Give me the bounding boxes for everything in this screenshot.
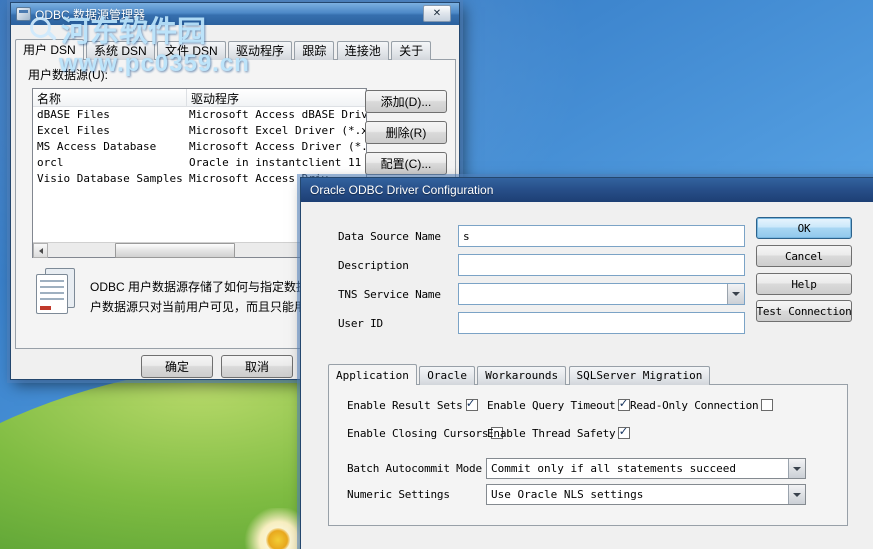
oracle-title: Oracle ODBC Driver Configuration (310, 183, 494, 197)
batch-autocommit-mode-dropdown[interactable]: Commit only if all statements succeed (486, 458, 806, 479)
dsn-driver: Oracle in instantclient 11 2 (189, 156, 366, 169)
dsn-row[interactable]: orcl Oracle in instantclient 11 2 (33, 155, 366, 171)
tab-system-dsn[interactable]: 系统 DSN (86, 41, 155, 60)
enable-query-timeout: Enable Query Timeout (487, 396, 631, 412)
test-connection-button[interactable]: Test Connection (756, 300, 852, 322)
tab-about[interactable]: 关于 (391, 41, 432, 60)
configure-button[interactable]: 配置(C)... (365, 152, 447, 175)
dsn-name: Excel Files (37, 124, 110, 137)
enable-result-sets: Enable Result Sets (347, 396, 478, 412)
remove-button[interactable]: 删除(R) (365, 121, 447, 144)
tab-sqlserver-migration[interactable]: SQLServer Migration (568, 366, 711, 385)
data-source-name-input[interactable] (458, 225, 745, 247)
odbc-info-line1: ODBC 用户数据源存储了如何与指定数据提 (90, 280, 321, 294)
dsn-driver: Microsoft Excel Driver (*.xls, (189, 124, 366, 137)
data-source-name-label: Data Source Name (338, 230, 441, 243)
dsn-name: orcl (37, 156, 64, 169)
cancel-button[interactable]: Cancel (756, 245, 852, 267)
enable-thread-safety-label: Enable Thread Safety (487, 426, 616, 440)
tab-application[interactable]: Application (328, 364, 417, 385)
tns-service-name-input[interactable] (459, 284, 726, 304)
ok-button[interactable]: OK (756, 217, 852, 239)
dsn-list-header: 名称 驱动程序 (33, 89, 366, 107)
tns-service-name-combo[interactable] (458, 283, 745, 305)
desktop: 河东软件园 www.pc0359.cn ODBC 数据源管理器 ✕ 用户 DSN… (0, 0, 873, 549)
help-button[interactable]: Help (756, 273, 852, 295)
odbc-app-icon (16, 7, 31, 21)
batch-dropdown-button[interactable] (788, 459, 805, 478)
close-icon: ✕ (432, 8, 442, 19)
tab-tracing[interactable]: 跟踪 (294, 41, 335, 60)
numeric-dropdown-button[interactable] (788, 485, 805, 504)
user-id-label: User ID (338, 317, 383, 330)
description-input[interactable] (458, 254, 745, 276)
chevron-down-icon (732, 292, 740, 296)
tab-oracle[interactable]: Oracle (419, 366, 475, 385)
odbc-cancel-button[interactable]: 取消 (221, 355, 293, 378)
column-header-driver[interactable]: 驱动程序 (187, 89, 366, 106)
enable-result-sets-label: Enable Result Sets (347, 398, 463, 412)
tns-service-name-label: TNS Service Name (338, 288, 441, 301)
read-only-connection-label: Read-Only Connection (630, 398, 759, 412)
oracle-dialog: Oracle ODBC Driver Configuration Data So… (300, 177, 873, 549)
column-header-name[interactable]: 名称 (33, 89, 187, 106)
read-only-connection: Read-Only Connection (630, 398, 774, 412)
enable-result-sets-checkbox[interactable] (465, 396, 478, 411)
chevron-down-icon (793, 466, 801, 471)
dsn-row[interactable]: dBASE Files Microsoft Access dBASE Drive… (33, 107, 366, 123)
user-dsn-label: 用户数据源(U): (28, 68, 108, 82)
dsn-name: Visio Database Samples (37, 172, 183, 185)
scroll-left-icon (38, 247, 43, 254)
enable-thread-safety: Enable Thread Safety (487, 424, 631, 440)
enable-thread-safety-checkbox[interactable] (618, 424, 631, 439)
numeric-settings-value: Use Oracle NLS settings (491, 488, 644, 501)
description-label: Description (338, 259, 409, 272)
datasource-card-front (36, 274, 68, 314)
enable-closing-cursors: Enable Closing Cursors (347, 426, 504, 440)
enable-query-timeout-checkbox[interactable] (618, 396, 631, 411)
scrollbar-thumb[interactable] (115, 243, 235, 258)
batch-autocommit-mode-label: Batch Autocommit Mode (347, 462, 482, 475)
enable-query-timeout-label: Enable Query Timeout (487, 398, 616, 412)
dsn-driver: Microsoft Access Driver (*.mdb (189, 140, 366, 153)
tab-connection-pooling[interactable]: 连接池 (336, 41, 389, 60)
oracle-titlebar[interactable]: Oracle ODBC Driver Configuration (301, 178, 873, 202)
numeric-settings-label: Numeric Settings (347, 488, 450, 501)
odbc-close-button[interactable]: ✕ (423, 5, 451, 22)
numeric-settings-dropdown[interactable]: Use Oracle NLS settings (486, 484, 806, 505)
application-tab-page: Enable Result Sets Enable Query Timeout … (328, 384, 848, 526)
odbc-ok-button[interactable]: 确定 (141, 355, 213, 378)
tab-user-dsn[interactable]: 用户 DSN (15, 39, 84, 60)
enable-closing-cursors-label: Enable Closing Cursors (347, 426, 489, 440)
odbc-titlebar[interactable]: ODBC 数据源管理器 ✕ (11, 3, 459, 25)
dsn-name: MS Access Database (37, 140, 157, 153)
odbc-tab-strip: 用户 DSN 系统 DSN 文件 DSN 驱动程序 跟踪 连接池 关于 (15, 39, 432, 60)
dsn-row[interactable]: MS Access Database Microsoft Access Driv… (33, 139, 366, 155)
tns-dropdown-button[interactable] (727, 284, 744, 304)
odbc-title: ODBC 数据源管理器 (35, 7, 146, 22)
chevron-down-icon (793, 492, 801, 497)
add-button[interactable]: 添加(D)... (365, 90, 447, 113)
dsn-driver: Microsoft Access dBASE Driver (189, 108, 366, 121)
batch-autocommit-mode-value: Commit only if all statements succeed (491, 462, 737, 475)
tab-file-dsn[interactable]: 文件 DSN (157, 41, 226, 60)
odbc-datasource-icon (36, 268, 80, 316)
oracle-tab-strip: Application Oracle Workarounds SQLServer… (328, 364, 711, 385)
dsn-name: dBASE Files (37, 108, 110, 121)
scroll-left-button[interactable] (33, 243, 48, 258)
user-id-input[interactable] (458, 312, 745, 334)
tab-workarounds[interactable]: Workarounds (477, 366, 567, 385)
odbc-info-line2: 户数据源只对当前用户可见，而且只能用 (90, 300, 307, 314)
dsn-row[interactable]: Excel Files Microsoft Excel Driver (*.xl… (33, 123, 366, 139)
tab-drivers[interactable]: 驱动程序 (228, 41, 293, 60)
read-only-connection-checkbox[interactable] (761, 399, 774, 411)
